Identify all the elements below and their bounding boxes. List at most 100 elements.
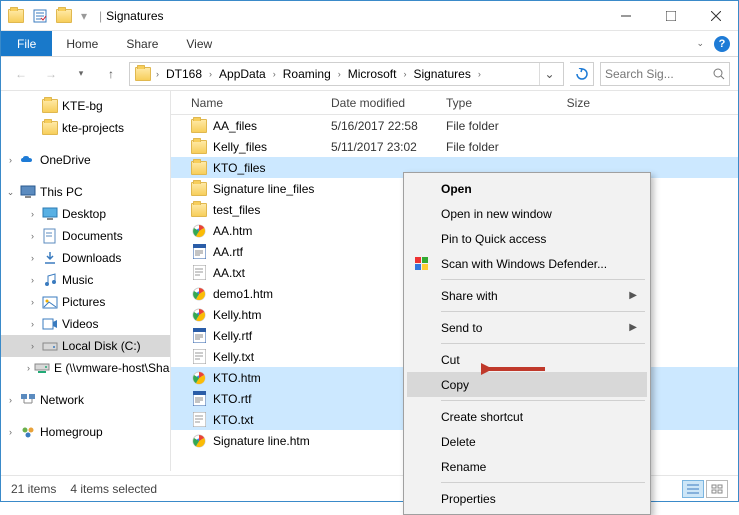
ctx-item[interactable]: Send to▶: [407, 315, 647, 340]
chevron-right-icon[interactable]: ›: [154, 69, 161, 79]
expand-icon[interactable]: ›: [5, 395, 16, 405]
ctx-label: Rename: [441, 460, 486, 474]
tree-item[interactable]: ›Homegroup: [1, 421, 170, 443]
crumb-appdata[interactable]: AppData: [216, 67, 269, 81]
address-bar-row: ← → ▾ ↑ › DT168› AppData› Roaming› Micro…: [1, 57, 738, 91]
tree-item[interactable]: ⌄This PC: [1, 181, 170, 203]
crumb-dt168[interactable]: DT168: [163, 67, 205, 81]
tree-item-label: Music: [62, 273, 93, 287]
ctx-item[interactable]: Open: [407, 176, 647, 201]
onedrive-icon: [20, 152, 36, 168]
folder-icon: [191, 202, 207, 218]
ctx-item[interactable]: Delete: [407, 429, 647, 454]
tree-item[interactable]: › Desktop: [1, 203, 170, 225]
expand-icon[interactable]: ›: [5, 155, 16, 165]
col-name[interactable]: Name: [171, 96, 331, 110]
crumb-microsoft[interactable]: Microsoft: [345, 67, 400, 81]
file-name: Kelly.txt: [213, 350, 254, 364]
ctx-item[interactable]: Properties: [407, 486, 647, 511]
tab-share[interactable]: Share: [112, 31, 172, 56]
tree-item[interactable]: ›Pictures: [1, 291, 170, 313]
expand-icon[interactable]: ⌄: [5, 187, 16, 198]
crumb-signatures[interactable]: Signatures: [410, 67, 473, 81]
chrome-icon: [191, 370, 207, 386]
expand-icon[interactable]: ›: [27, 231, 38, 241]
expand-icon[interactable]: ›: [5, 427, 16, 437]
breadcrumb-root-icon[interactable]: [134, 63, 152, 85]
ctx-item[interactable]: Rename: [407, 454, 647, 479]
file-row[interactable]: AA_files5/16/2017 22:58File folder: [171, 115, 738, 136]
tree-item[interactable]: kte-projects: [1, 117, 170, 139]
tree-item-label: Desktop: [62, 207, 106, 221]
expand-icon[interactable]: ›: [27, 319, 38, 329]
properties-icon[interactable]: [29, 5, 51, 27]
music-icon: [42, 272, 58, 288]
tab-home[interactable]: Home: [52, 31, 112, 56]
ctx-label: Open in new window: [441, 207, 552, 221]
breadcrumb[interactable]: › DT168› AppData› Roaming› Microsoft› Si…: [129, 62, 564, 86]
submenu-arrow-icon: ▶: [629, 322, 637, 333]
network-icon: [20, 392, 36, 408]
ctx-item[interactable]: Open in new window: [407, 201, 647, 226]
recent-locations-icon[interactable]: ▾: [69, 62, 93, 86]
file-name: KTO.rtf: [213, 392, 251, 406]
file-name: Signature line.htm: [213, 434, 310, 448]
tree-item[interactable]: ›Network: [1, 389, 170, 411]
expand-icon[interactable]: ›: [27, 363, 30, 373]
tab-view[interactable]: View: [172, 31, 226, 56]
ribbon-expand-icon[interactable]: ⌄: [696, 38, 704, 49]
file-tab[interactable]: File: [1, 31, 52, 56]
maximize-button[interactable]: [648, 2, 693, 30]
minimize-button[interactable]: [603, 2, 648, 30]
tree-item[interactable]: › Documents: [1, 225, 170, 247]
col-size[interactable]: Size: [536, 96, 606, 110]
forward-button[interactable]: →: [39, 62, 63, 86]
tree-item[interactable]: › E (\\vmware-host\Shar: [1, 357, 170, 379]
tree-item[interactable]: ›Videos: [1, 313, 170, 335]
tree-item[interactable]: KTE-bg: [1, 95, 170, 117]
folder-icon: [42, 120, 58, 136]
rtf-icon: [191, 244, 207, 260]
breadcrumb-history-icon[interactable]: ⌄: [539, 63, 559, 85]
search-input[interactable]: Search Sig...: [600, 62, 730, 86]
ctx-label: Properties: [441, 492, 496, 506]
tree-item[interactable]: › Music: [1, 269, 170, 291]
refresh-button[interactable]: [570, 62, 594, 86]
tree-item-label: Documents: [62, 229, 123, 243]
ctx-item[interactable]: Pin to Quick access: [407, 226, 647, 251]
navigation-tree[interactable]: KTE-bgkte-projects ›OneDrive ⌄This PC › Desk…: [1, 91, 171, 471]
expand-icon[interactable]: ›: [27, 297, 38, 307]
file-name: AA.htm: [213, 224, 252, 238]
folder-icon: [42, 98, 58, 114]
qat-overflow-icon[interactable]: ▾: [81, 9, 87, 23]
ctx-item[interactable]: Scan with Windows Defender...: [407, 251, 647, 276]
tree-item[interactable]: ›Downloads: [1, 247, 170, 269]
details-view-button[interactable]: [682, 480, 704, 498]
file-name: Signature line_files: [213, 182, 314, 196]
col-date[interactable]: Date modified: [331, 96, 446, 110]
ctx-label: Create shortcut: [441, 410, 523, 424]
large-icons-view-button[interactable]: [706, 480, 728, 498]
col-type[interactable]: Type: [446, 96, 536, 110]
help-icon[interactable]: ?: [714, 36, 730, 52]
tree-item-label: E (\\vmware-host\Shar: [54, 361, 171, 375]
file-row[interactable]: Kelly_files5/11/2017 23:02File folder: [171, 136, 738, 157]
back-button[interactable]: ←: [9, 62, 33, 86]
status-selected: 4 items selected: [70, 482, 157, 496]
close-button[interactable]: [693, 2, 738, 30]
tree-item[interactable]: ›OneDrive: [1, 149, 170, 171]
new-folder-icon[interactable]: [53, 5, 75, 27]
expand-icon[interactable]: ›: [27, 209, 38, 219]
txt-icon: [191, 412, 207, 428]
up-button[interactable]: ↑: [99, 62, 123, 86]
expand-icon[interactable]: ›: [27, 341, 38, 351]
expand-icon[interactable]: ›: [27, 275, 38, 285]
tree-item[interactable]: ›Local Disk (C:): [1, 335, 170, 357]
documents-icon: [42, 228, 58, 244]
expand-icon[interactable]: ›: [27, 253, 38, 263]
crumb-roaming[interactable]: Roaming: [280, 67, 334, 81]
ctx-item[interactable]: Share with▶: [407, 283, 647, 308]
column-headers[interactable]: Name Date modified Type Size: [171, 91, 738, 115]
ctx-item[interactable]: Create shortcut: [407, 404, 647, 429]
context-menu: Open Open in new window Pin to Quick acces…: [403, 172, 651, 515]
